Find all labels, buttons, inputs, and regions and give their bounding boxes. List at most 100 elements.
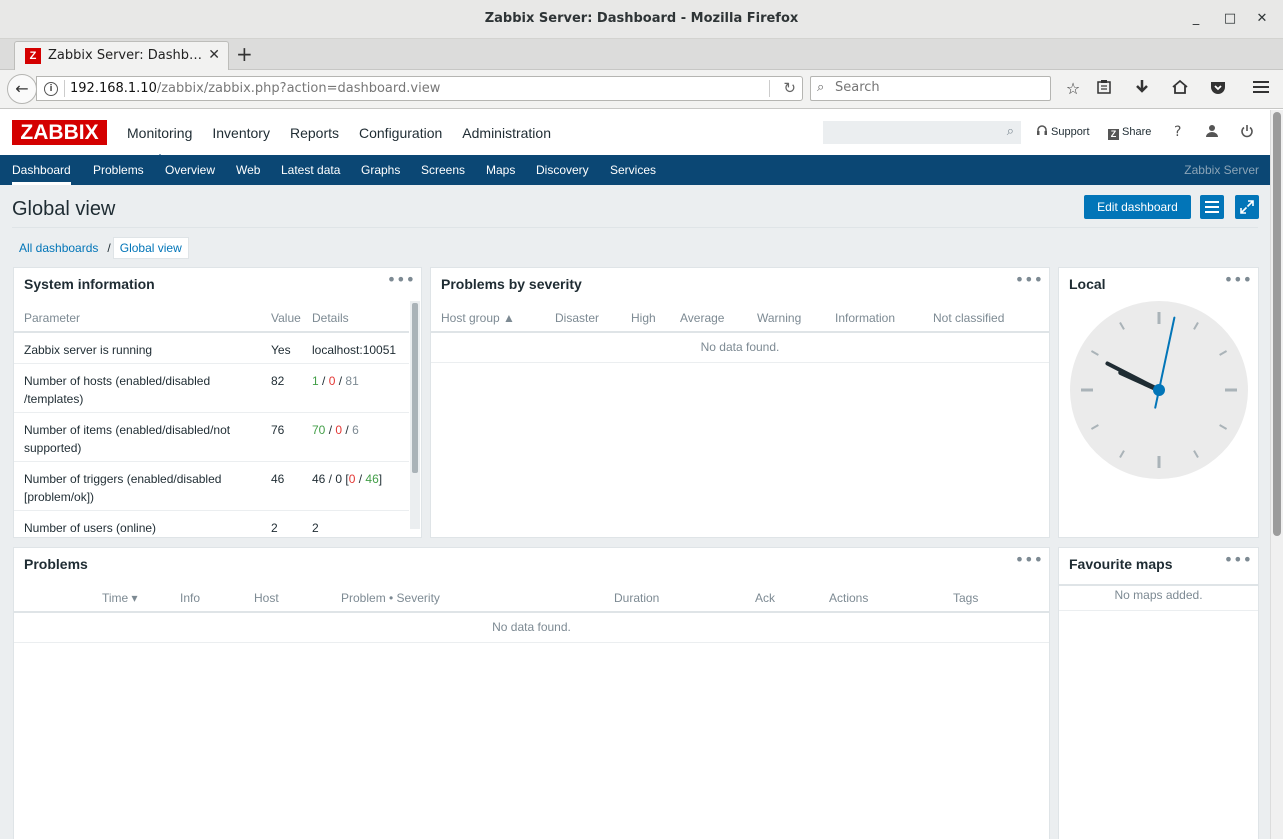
submenu-discovery[interactable]: Discovery bbox=[536, 163, 589, 177]
browser-search-input[interactable] bbox=[835, 80, 1035, 95]
new-tab-button[interactable]: + bbox=[236, 43, 253, 65]
expand-icon bbox=[1240, 200, 1254, 214]
url-bar[interactable]: i 192.168.1.10/zabbix/zabbix.php?action=… bbox=[36, 76, 803, 101]
parameter-cell: Zabbix server is running bbox=[24, 343, 153, 357]
breadcrumb-global-view[interactable]: Global view bbox=[112, 237, 189, 259]
submenu-overview[interactable]: Overview bbox=[165, 163, 215, 177]
reload-icon[interactable]: ↻ bbox=[783, 79, 796, 97]
submenu-graphs[interactable]: Graphs bbox=[361, 163, 400, 177]
browser-navbar: i 192.168.1.10/zabbix/zabbix.php?action=… bbox=[0, 70, 1283, 109]
column-actions: Actions bbox=[829, 591, 869, 605]
page-scrollbar[interactable] bbox=[1270, 110, 1283, 839]
info-icon[interactable]: i bbox=[44, 82, 58, 96]
support-link[interactable]: Support bbox=[1051, 126, 1090, 138]
hamburger-menu-icon[interactable] bbox=[1250, 79, 1272, 101]
zabbix-logo[interactable]: ZABBIX bbox=[12, 120, 107, 145]
share-badge: Z bbox=[1108, 129, 1119, 140]
templates-count: 81 bbox=[345, 374, 359, 388]
parameter-cell: Number of hosts (enabled/disabled /templ… bbox=[24, 374, 211, 406]
widget-menu-icon[interactable]: ••• bbox=[1224, 270, 1252, 289]
submenu-maps[interactable]: Maps bbox=[486, 163, 515, 177]
pocket-icon[interactable] bbox=[1207, 79, 1229, 101]
widget-scrollbar-thumb[interactable] bbox=[412, 303, 418, 473]
submenu-services[interactable]: Services bbox=[610, 163, 656, 177]
submenu-problems[interactable]: Problems bbox=[93, 163, 144, 177]
enabled-count: 70 bbox=[312, 423, 326, 437]
search-icon[interactable]: ⌕ bbox=[1007, 124, 1014, 139]
share-link[interactable]: Share bbox=[1122, 126, 1151, 138]
column-problem-severity: Problem • Severity bbox=[341, 591, 440, 605]
details-cell: 46 / 0 [0 / 46] bbox=[312, 470, 382, 488]
home-icon[interactable] bbox=[1169, 79, 1191, 101]
widget-menu-icon[interactable]: ••• bbox=[1015, 270, 1043, 289]
details-cell: 2 bbox=[312, 521, 319, 535]
menu-monitoring[interactable]: Monitoring bbox=[127, 125, 192, 141]
dashboard-menu-button[interactable] bbox=[1200, 195, 1224, 219]
submenu-dashboard[interactable]: Dashboard bbox=[12, 163, 71, 185]
slash: / bbox=[325, 423, 336, 437]
user-profile-icon[interactable] bbox=[1205, 124, 1219, 142]
row-divider bbox=[1059, 610, 1258, 611]
table-row: Zabbix server is running Yes localhost:1… bbox=[14, 333, 409, 364]
help-icon[interactable]: ? bbox=[1174, 124, 1181, 140]
title-divider bbox=[12, 227, 1258, 228]
breadcrumb-all-dashboards[interactable]: All dashboards bbox=[12, 238, 105, 258]
url-path: /zabbix/zabbix.php?action=dashboard.view bbox=[156, 81, 441, 96]
back-button[interactable]: ← bbox=[7, 74, 37, 104]
menu-inventory[interactable]: Inventory bbox=[212, 125, 270, 141]
back-arrow-icon: ← bbox=[15, 79, 29, 98]
page-scrollbar-thumb[interactable] bbox=[1273, 112, 1281, 536]
value-cell: 76 bbox=[271, 423, 285, 437]
column-ack: Ack bbox=[755, 591, 776, 605]
favourite-maps-widget: Favourite maps ••• No maps added. bbox=[1058, 547, 1259, 839]
window-titlebar: Zabbix Server: Dashboard - Mozilla Firef… bbox=[0, 0, 1283, 39]
value-cell: 2 bbox=[271, 521, 278, 535]
column-details: Details bbox=[312, 311, 349, 325]
slash: / bbox=[335, 374, 346, 388]
column-value: Value bbox=[271, 311, 301, 325]
column-high: High bbox=[631, 311, 656, 325]
close-window-button[interactable]: ✕ bbox=[1252, 9, 1272, 29]
download-icon[interactable] bbox=[1131, 79, 1153, 101]
local-clock-widget: Local ••• bbox=[1058, 267, 1259, 538]
menu-reports[interactable]: Reports bbox=[290, 125, 339, 141]
table-row: Number of users (online) 2 2 bbox=[14, 511, 409, 537]
browser-search-bar[interactable]: ⌕ bbox=[810, 76, 1051, 101]
column-host-group[interactable]: Host group ▲ bbox=[441, 311, 515, 325]
url-text[interactable]: 192.168.1.10/zabbix/zabbix.php?action=da… bbox=[70, 81, 440, 96]
submenu-web[interactable]: Web bbox=[236, 163, 260, 177]
menu-configuration[interactable]: Configuration bbox=[359, 125, 442, 141]
browser-tab[interactable]: Z Zabbix Server: Dashb… ✕ bbox=[14, 41, 229, 70]
ok-count: 46 bbox=[365, 472, 379, 486]
submenu-latest-data[interactable]: Latest data bbox=[281, 163, 340, 177]
submenu-screens[interactable]: Screens bbox=[421, 163, 465, 177]
slash: / bbox=[342, 423, 353, 437]
tab-close-icon[interactable]: ✕ bbox=[208, 47, 220, 63]
row-divider bbox=[14, 642, 1049, 643]
value-cell: 46 bbox=[271, 472, 285, 486]
star-icon[interactable]: ☆ bbox=[1062, 79, 1084, 101]
problems-by-severity-widget: Problems by severity ••• Host group ▲ Di… bbox=[430, 267, 1050, 538]
slash: / bbox=[355, 472, 366, 486]
edit-dashboard-button[interactable]: Edit dashboard bbox=[1084, 195, 1191, 219]
column-time[interactable]: Time ▾ bbox=[102, 591, 138, 605]
headset-icon[interactable] bbox=[1036, 124, 1048, 140]
logout-icon[interactable] bbox=[1240, 124, 1254, 142]
reading-list-icon[interactable] bbox=[1093, 79, 1115, 101]
column-warning: Warning bbox=[757, 311, 802, 325]
menu-administration[interactable]: Administration bbox=[462, 125, 551, 141]
system-information-widget: System information ••• Parameter Value D… bbox=[13, 267, 422, 538]
zabbix-search-input[interactable]: ⌕ bbox=[823, 121, 1021, 144]
fullscreen-button[interactable] bbox=[1235, 195, 1259, 219]
minimize-button[interactable]: _ bbox=[1186, 9, 1206, 29]
triggers-suffix: ] bbox=[378, 472, 383, 486]
share-icon[interactable]: Z bbox=[1108, 125, 1119, 141]
column-not-classified: Not classified bbox=[933, 311, 1005, 325]
table-header: Parameter Value Details bbox=[14, 304, 409, 333]
widget-menu-icon[interactable]: ••• bbox=[1015, 550, 1043, 569]
url-separator-2 bbox=[769, 80, 770, 97]
not-supported-count: 6 bbox=[352, 423, 359, 437]
widget-menu-icon[interactable]: ••• bbox=[1224, 550, 1252, 569]
maximize-button[interactable]: □ bbox=[1220, 9, 1240, 29]
widget-menu-icon[interactable]: ••• bbox=[387, 270, 415, 289]
